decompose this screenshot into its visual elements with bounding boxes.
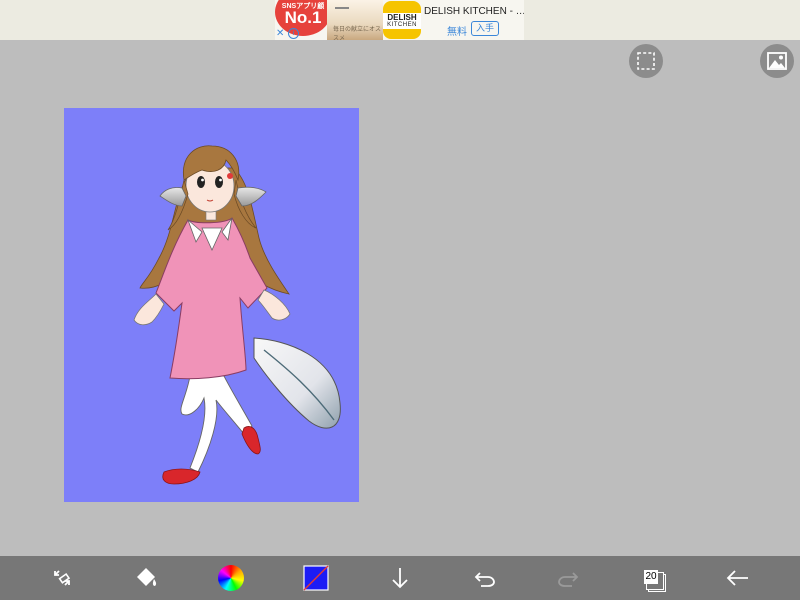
color-wheel-button[interactable] xyxy=(216,563,246,593)
image-gallery-button[interactable] xyxy=(760,44,794,78)
undo-icon xyxy=(474,572,495,587)
layers-icon: 20 xyxy=(642,566,666,592)
ad-price: 無料 xyxy=(447,27,467,38)
ad-image-caption: 毎日の献立にオススメ xyxy=(333,27,382,40)
ad-preview-image: 毎日の献立にオススメ xyxy=(327,0,383,40)
fill-bucket-icon xyxy=(137,568,157,586)
ad-title: DELISH KITCHEN - … xyxy=(424,6,524,17)
back-arrow-icon xyxy=(726,570,748,586)
ad-app-logo: DELISH KITCHEN xyxy=(383,1,421,39)
fill-tool-button[interactable] xyxy=(131,563,161,593)
selection-marquee-icon xyxy=(637,52,655,70)
ad-info-icon[interactable]: i xyxy=(288,28,299,39)
current-color-swatch[interactable] xyxy=(301,563,331,593)
character-illustration xyxy=(133,145,341,485)
back-button[interactable] xyxy=(723,563,753,593)
current-color-swatch-icon xyxy=(303,565,329,591)
ad-close-icon[interactable]: ✕ xyxy=(276,28,284,39)
ad-install-button[interactable]: 入手 xyxy=(471,21,499,36)
image-gallery-icon xyxy=(767,52,787,70)
bottom-toolbar: 20 xyxy=(0,556,800,600)
drawing-canvas[interactable] xyxy=(64,108,359,502)
selection-button[interactable] xyxy=(629,44,663,78)
transform-icon xyxy=(54,570,71,586)
redo-button[interactable] xyxy=(554,563,584,593)
undo-button[interactable] xyxy=(469,563,499,593)
color-wheel-icon xyxy=(218,565,244,591)
redo-icon xyxy=(558,572,579,587)
merge-down-button[interactable] xyxy=(385,563,415,593)
layer-count: 20 xyxy=(644,570,658,584)
layers-button[interactable]: 20 xyxy=(639,563,669,593)
transform-tool-button[interactable] xyxy=(47,563,77,593)
down-arrow-icon xyxy=(392,568,408,589)
ad-banner[interactable]: SNSアプリ顧 No.1 毎日の献立にオススメ ✕ i DELISH KITCH… xyxy=(275,0,524,40)
